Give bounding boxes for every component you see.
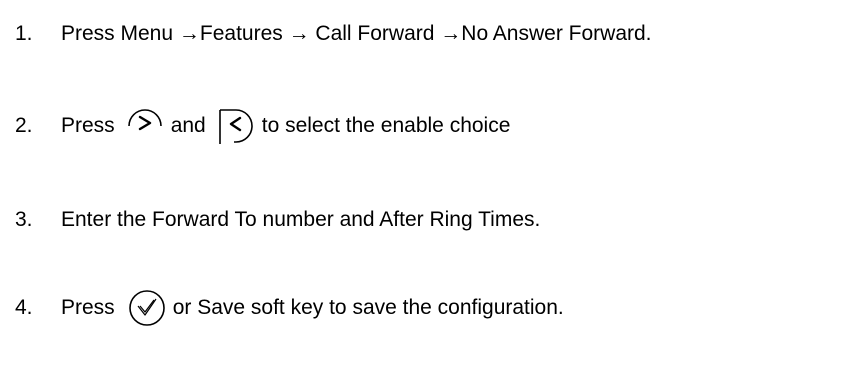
step-number: 2. (15, 114, 33, 137)
ok-checkmark-key-icon (127, 288, 167, 328)
and-label: and (170, 114, 206, 137)
press-label: Press (61, 114, 115, 137)
left-arrow-key-icon (216, 106, 256, 146)
step-tail: or Save soft key to save the configurati… (172, 296, 564, 319)
step-number: 1. (15, 22, 33, 45)
step-content: Press and to select the enable choice (61, 106, 510, 146)
press-label: Press (61, 296, 115, 319)
right-arrow-key-icon (125, 106, 165, 146)
step-number: 3. (15, 208, 33, 231)
step-content: Press or Save soft key to save the confi… (61, 288, 564, 328)
step-text: Enter the Forward To number and After Ri… (61, 208, 541, 231)
step-text: Press Menu →Features → Call Forward →No … (61, 22, 652, 45)
step-number: 4. (15, 296, 33, 319)
step-tail: to select the enable choice (261, 114, 511, 137)
